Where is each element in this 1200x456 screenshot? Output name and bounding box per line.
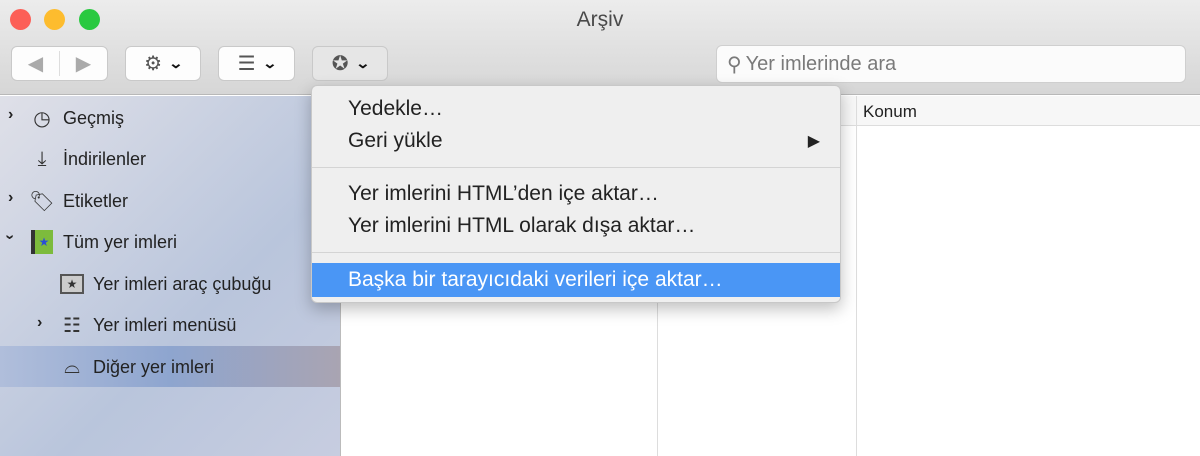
inbox-tray-icon: ⌓ (64, 355, 80, 378)
column-divider[interactable] (856, 96, 857, 456)
menu-separator (312, 252, 840, 253)
sidebar: › ◷ Geçmiş ⤓ İndirilenler › 🏷 Etiketler › ★… (0, 96, 340, 456)
import-backup-button[interactable]: ✪ ⌄ (312, 46, 388, 81)
chevron-down-icon: ⌄ (261, 55, 278, 71)
import-backup-menu: Yedekle… Geri yükle ▶ Yer imlerini HTML’d… (311, 85, 841, 303)
sidebar-item-bookmarks-toolbar[interactable]: ★ Yer imleri araç çubuğu (59, 264, 271, 304)
disclosure-icon[interactable]: › (37, 314, 42, 332)
chevron-down-icon: ⌄ (168, 55, 184, 71)
menu-item-backup[interactable]: Yedekle… (312, 92, 840, 126)
nav-buttons: ◀ ▶ (11, 46, 108, 81)
window-title: Arşiv (576, 8, 624, 31)
sidebar-item-tags[interactable]: 🏷 Etiketler (29, 181, 128, 221)
star-icon: ✪ (331, 53, 349, 75)
submenu-arrow-icon: ▶ (807, 133, 820, 150)
gear-icon: ⚙ (144, 53, 163, 75)
column-header-location[interactable]: Konum (863, 102, 917, 122)
back-button[interactable]: ◀ (12, 51, 60, 76)
list-icon: ☰ (237, 53, 256, 75)
forward-button[interactable]: ▶ (60, 51, 107, 76)
chevron-down-icon: ⌄ (354, 55, 371, 71)
sidebar-item-downloads[interactable]: ⤓ İndirilenler (29, 139, 146, 179)
sidebar-item-bookmarks-menu[interactable]: ☷ Yer imleri menüsü (59, 305, 236, 345)
clock-icon: ◷ (33, 107, 51, 130)
menu-separator (312, 167, 840, 168)
search-input[interactable]: ⚲ Yer imlerinde ara (716, 45, 1186, 83)
menu-item-restore[interactable]: Geri yükle ▶ (312, 124, 840, 158)
download-icon: ⤓ (37, 147, 47, 170)
search-icon: ⚲ (727, 53, 742, 76)
organize-button[interactable]: ⚙ ⌄ (125, 46, 201, 81)
disclosure-open-icon[interactable]: › (1, 234, 19, 239)
title-bar: Arşiv ◀ ▶ ⚙ ⌄ ☰ ⌄ ✪ ⌄ ⚲ Yer imlerinde ara (0, 0, 1200, 95)
menu-list-icon: ☷ (63, 314, 81, 337)
sidebar-item-other-bookmarks[interactable]: ⌓ Diğer yer imleri (59, 347, 214, 387)
views-button[interactable]: ☰ ⌄ (218, 46, 295, 81)
sidebar-item-history[interactable]: ◷ Geçmiş (29, 98, 124, 138)
sidebar-item-all-bookmarks[interactable]: ★ Tüm yer imleri (29, 222, 177, 262)
menu-item-import-html[interactable]: Yer imlerini HTML’den içe aktar… (312, 177, 840, 211)
menu-item-import-other-browser[interactable]: Başka bir tarayıcıdaki verileri içe akta… (312, 263, 840, 297)
disclosure-icon[interactable]: › (8, 106, 13, 124)
bookmarks-book-icon: ★ (29, 229, 55, 255)
tag-icon: 🏷 (29, 190, 55, 213)
toolbar-star-icon: ★ (59, 271, 85, 297)
menu-item-export-html[interactable]: Yer imlerini HTML olarak dışa aktar… (312, 209, 840, 243)
disclosure-icon[interactable]: › (8, 189, 13, 207)
